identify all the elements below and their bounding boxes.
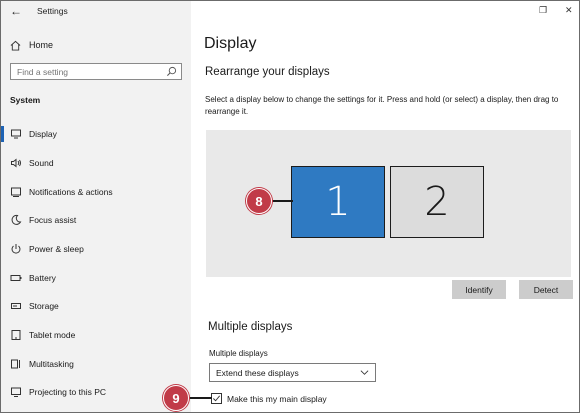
sidebar-item-sound[interactable]: Sound <box>1 152 191 174</box>
home-icon <box>10 40 21 51</box>
window-title: Settings <box>37 6 68 16</box>
rearrange-instructions: Select a display below to change the set… <box>205 95 559 116</box>
sidebar-item-power-sleep[interactable]: Power & sleep <box>1 238 191 260</box>
callout-badge-8: 8 <box>246 188 272 214</box>
sidebar-item-label: Storage <box>29 301 59 311</box>
sidebar-section-system: System <box>10 95 41 105</box>
sidebar-item-label: Projecting to this PC <box>29 387 107 397</box>
detect-button[interactable]: Detect <box>519 280 573 299</box>
sidebar-item-label: Tablet mode <box>29 330 76 340</box>
multitasking-icon <box>11 359 20 369</box>
back-arrow-icon[interactable]: ← <box>10 4 22 18</box>
sidebar-item-label: Sound <box>29 158 54 168</box>
sidebar-item-battery[interactable]: Battery <box>1 267 191 289</box>
callout-8-pointer <box>269 200 293 202</box>
battery-icon <box>10 275 22 281</box>
callout-badge-9: 9 <box>163 385 189 411</box>
multiple-displays-heading: Multiple displays <box>208 321 293 333</box>
sidebar-item-label: Focus assist <box>29 215 77 225</box>
search-icon <box>166 66 177 77</box>
moon-icon <box>11 214 22 225</box>
main-display-checkbox[interactable] <box>211 393 222 404</box>
page-title: Display <box>204 35 257 52</box>
home-nav-item[interactable]: Home <box>10 38 53 52</box>
close-button[interactable]: ✕ <box>565 5 573 16</box>
home-label: Home <box>29 40 54 50</box>
rearrange-heading: Rearrange your displays <box>205 66 330 78</box>
projector-icon <box>11 387 21 397</box>
multiple-displays-value: Extend these displays <box>216 368 299 378</box>
sidebar-item-storage[interactable]: Storage <box>1 295 191 317</box>
storage-icon <box>11 303 21 309</box>
speaker-icon <box>11 158 21 168</box>
sidebar-item-label: Multitasking <box>29 359 74 369</box>
power-icon <box>11 244 21 254</box>
tablet-icon <box>11 330 21 340</box>
monitor-icon <box>11 129 21 139</box>
checkmark-icon <box>213 395 220 402</box>
restore-button[interactable]: ❐ <box>539 5 547 16</box>
sidebar-item-tablet-mode[interactable]: Tablet mode <box>1 324 191 346</box>
search-field[interactable] <box>10 63 182 80</box>
chevron-down-icon <box>360 370 369 375</box>
multiple-displays-label: Multiple displays <box>209 349 268 358</box>
main-display-label: Make this my main display <box>227 394 327 404</box>
sidebar: ← Settings Home System Display <box>1 1 191 412</box>
sidebar-item-multitasking[interactable]: Multitasking <box>1 353 191 375</box>
sidebar-item-notifications[interactable]: Notifications & actions <box>1 181 191 203</box>
search-input[interactable] <box>17 66 157 78</box>
sidebar-item-label: Battery <box>29 273 56 283</box>
settings-window: ← Settings Home System Display <box>0 0 580 413</box>
sidebar-item-display[interactable]: Display <box>1 123 191 145</box>
display-2-tile[interactable]: 2 <box>390 166 484 238</box>
display-1-tile[interactable]: 1 <box>291 166 385 238</box>
identify-button[interactable]: Identify <box>452 280 506 299</box>
notification-icon <box>11 187 21 197</box>
sidebar-item-label: Notifications & actions <box>29 187 113 197</box>
multiple-displays-select[interactable]: Extend these displays <box>209 363 376 382</box>
sidebar-item-focus-assist[interactable]: Focus assist <box>1 209 191 231</box>
sidebar-item-label: Power & sleep <box>29 244 84 254</box>
sidebar-item-label: Display <box>29 129 57 139</box>
